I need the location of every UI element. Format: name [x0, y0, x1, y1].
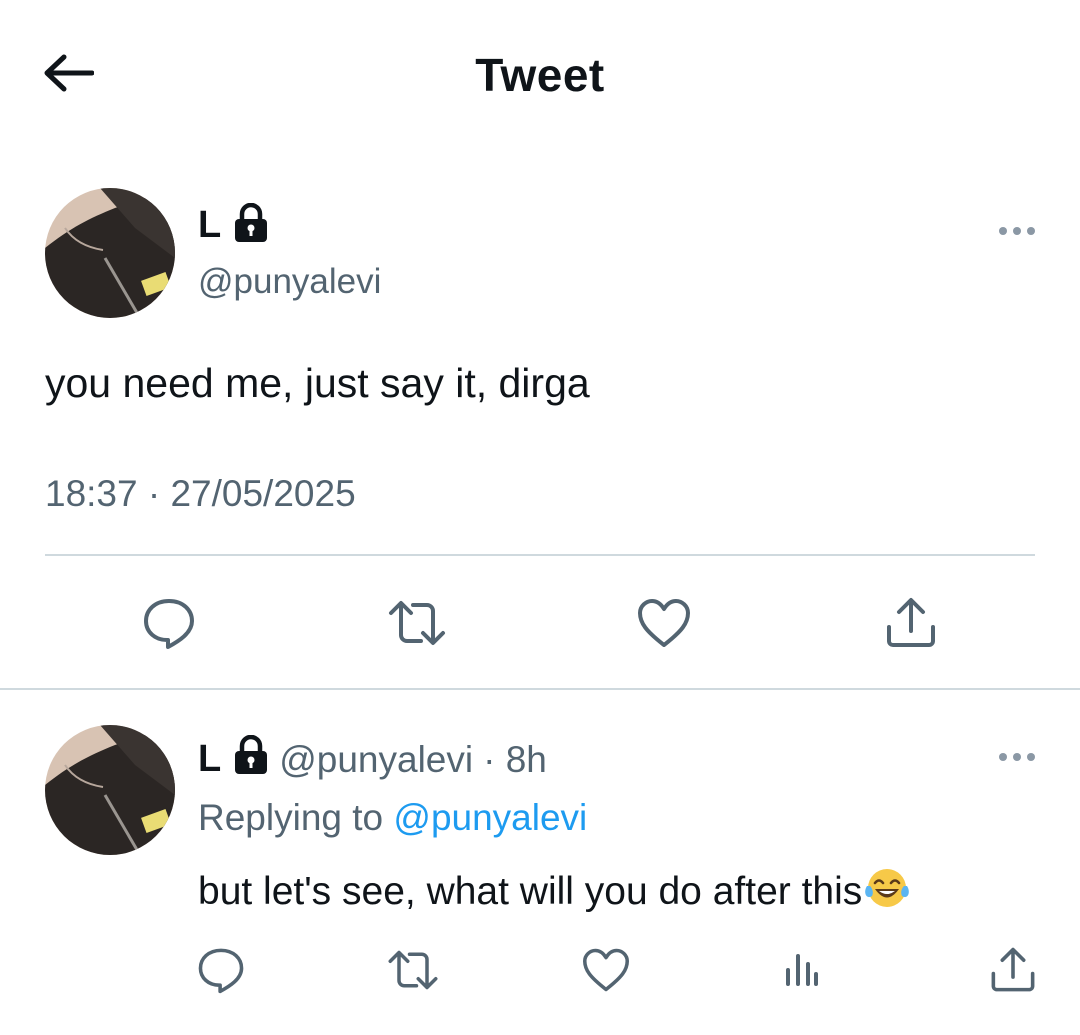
retweet-button[interactable] — [382, 590, 452, 656]
reply-age: · 8h — [483, 738, 547, 780]
views-button[interactable] — [776, 940, 828, 1000]
share-icon — [887, 598, 935, 647]
like-button[interactable] — [631, 590, 697, 656]
replying-mention-link[interactable]: @punyalevi — [393, 797, 587, 838]
author-handle: @punyalevi — [279, 738, 474, 780]
tweet-text: you need me, just say it, dirga — [45, 360, 590, 406]
like-button[interactable] — [578, 940, 634, 1000]
tears-of-joy-emoji-icon — [864, 866, 910, 920]
reply-button[interactable] — [193, 940, 249, 1000]
display-name: L — [198, 738, 222, 780]
comment-icon — [198, 948, 244, 994]
reply-text: but let's see, what will you do after th… — [198, 870, 863, 913]
retweet-button[interactable] — [381, 940, 445, 1000]
avatar[interactable] — [45, 725, 175, 855]
avatar[interactable] — [45, 188, 175, 318]
more-options-icon[interactable] — [987, 216, 1047, 246]
tweet-detail-page: Tweet L @punyalevi you need me, just say… — [0, 0, 1080, 1035]
tweet-timestamp[interactable]: 18:37 · 27/05/2025 — [45, 473, 356, 515]
divider — [0, 688, 1080, 690]
reply-button[interactable] — [136, 590, 202, 656]
display-name: L — [198, 204, 222, 246]
top-bar: Tweet — [0, 0, 1080, 150]
tweet-actions — [0, 590, 1080, 660]
heart-icon — [638, 599, 690, 647]
retweet-icon — [388, 950, 438, 990]
replying-prefix: Replying to — [198, 797, 384, 838]
reply-author[interactable]: L @punyalevi · 8h — [198, 734, 547, 784]
page-title: Tweet — [475, 49, 605, 101]
bar-chart-icon — [786, 954, 818, 986]
author-handle[interactable]: @punyalevi — [198, 262, 381, 302]
reply-text-wrap: but let's see, what will you do after th… — [198, 866, 910, 920]
divider — [45, 554, 1035, 556]
share-button[interactable] — [985, 940, 1041, 1000]
lock-icon — [233, 202, 269, 248]
more-options-icon[interactable] — [987, 742, 1047, 772]
replying-to: Replying to @punyalevi — [198, 797, 587, 839]
retweet-icon — [389, 601, 445, 645]
share-icon — [991, 947, 1035, 992]
reply-actions — [0, 940, 1080, 1004]
comment-icon — [144, 599, 194, 649]
share-button[interactable] — [878, 590, 944, 656]
author-name[interactable]: L — [198, 202, 269, 248]
heart-icon — [583, 948, 629, 992]
lock-icon — [233, 734, 269, 784]
